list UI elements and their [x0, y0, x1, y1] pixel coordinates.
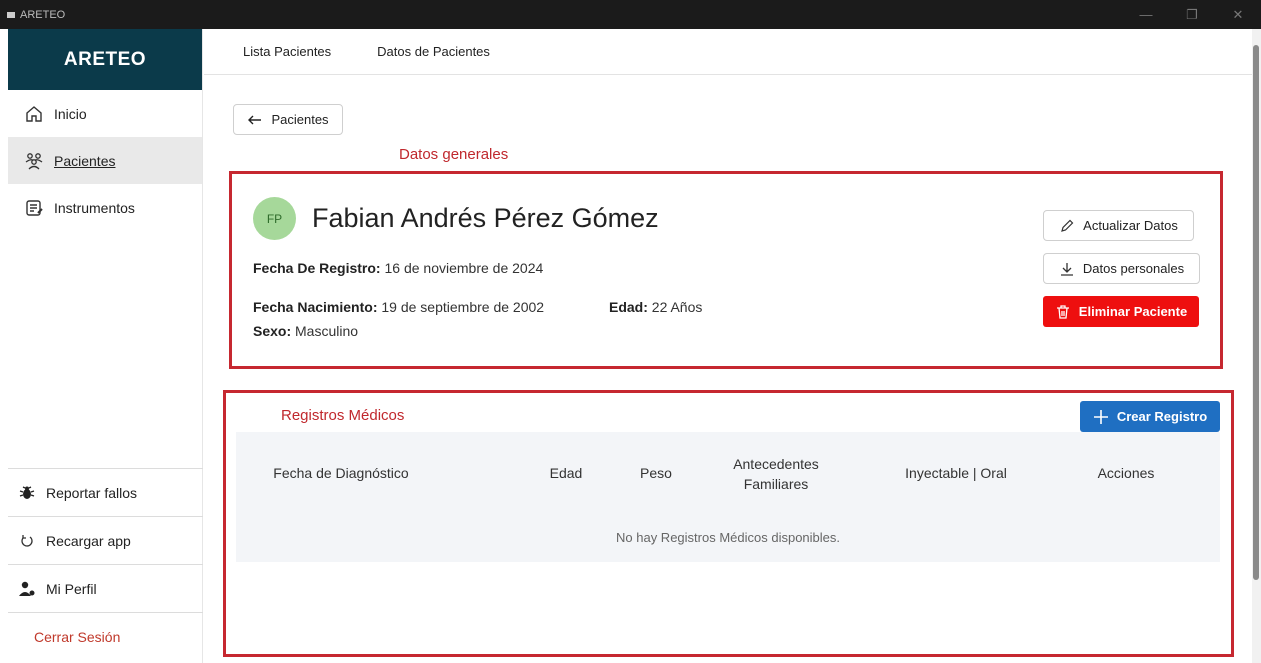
- sidebar-item-inicio[interactable]: Inicio: [8, 90, 202, 137]
- column-header: Peso: [640, 465, 672, 481]
- plus-icon: [1093, 409, 1108, 424]
- sex-label: Sexo:: [253, 323, 292, 339]
- sidebar: ARETEO Inicio Pacientes Instrumentos Rep…: [8, 29, 203, 663]
- download-icon: [1060, 262, 1073, 276]
- sidebar-item-label: Pacientes: [54, 152, 116, 169]
- brand-logo: ARETEO: [8, 29, 202, 90]
- home-icon: [26, 105, 42, 122]
- arrow-left-icon: [248, 115, 262, 124]
- age-label: Edad:: [609, 299, 648, 315]
- scrollbar-thumb[interactable]: [1253, 45, 1259, 580]
- annotation-general: Datos generales: [399, 146, 509, 163]
- empty-records-message: No hay Registros Médicos disponibles.: [616, 530, 840, 545]
- window-title: ARETEO: [20, 8, 66, 21]
- avatar: FP: [253, 197, 296, 240]
- age: Edad: 22 Años: [609, 299, 702, 315]
- back-to-patients-button[interactable]: Pacientes: [233, 104, 343, 135]
- registration-value: 16 de noviembre de 2024: [384, 260, 544, 276]
- records-table: Fecha de Diagnóstico Edad Peso Anteceden…: [236, 432, 1220, 562]
- column-header: Fecha de Diagnóstico: [273, 465, 409, 481]
- personal-data-button[interactable]: Datos personales: [1043, 253, 1200, 284]
- top-navigation: Lista Pacientes Datos de Pacientes: [204, 29, 1254, 75]
- birth-label: Fecha Nacimiento:: [253, 299, 378, 315]
- scrollbar[interactable]: [1252, 29, 1261, 663]
- sidebar-bottom: Reportar fallos Recargar app Mi Perfil C…: [8, 468, 203, 660]
- sex: Sexo: Masculino: [253, 323, 358, 339]
- patients-icon: [25, 152, 43, 169]
- column-header: Edad: [549, 465, 583, 481]
- patient-name: Fabian Andrés Pérez Gómez: [312, 203, 659, 233]
- window-controls: — ❐ ✕: [1123, 0, 1261, 29]
- column-header: Antecedentes Familiares: [733, 456, 819, 492]
- reload-app-button[interactable]: Recargar app: [8, 516, 203, 564]
- reload-icon: [21, 534, 33, 547]
- tab-lista-pacientes[interactable]: Lista Pacientes: [243, 44, 331, 59]
- my-profile-button[interactable]: Mi Perfil: [8, 564, 203, 612]
- report-bug-label: Reportar fallos: [46, 484, 138, 501]
- my-profile-label: Mi Perfil: [46, 580, 97, 597]
- sex-value: Masculino: [295, 323, 359, 339]
- personal-data-label: Datos personales: [1082, 261, 1185, 276]
- app-icon: [7, 11, 15, 18]
- create-record-label: Crear Registro: [1116, 409, 1208, 424]
- instruments-icon: [26, 199, 43, 216]
- age-value: 22 Años: [651, 299, 703, 315]
- registration-date: Fecha De Registro: 16 de noviembre de 20…: [253, 260, 543, 276]
- delete-patient-label: Eliminar Paciente: [1078, 304, 1188, 319]
- registration-label: Fecha De Registro:: [253, 260, 381, 276]
- sidebar-item-instrumentos[interactable]: Instrumentos: [8, 184, 202, 231]
- column-header: Acciones: [1097, 465, 1155, 481]
- sidebar-item-label: Instrumentos: [54, 199, 135, 216]
- pencil-icon: [1061, 219, 1074, 232]
- birth-date: Fecha Nacimiento: 19 de septiembre de 20…: [253, 299, 544, 315]
- birth-value: 19 de septiembre de 2002: [381, 299, 545, 315]
- tab-datos-pacientes[interactable]: Datos de Pacientes: [377, 44, 490, 59]
- sidebar-item-pacientes[interactable]: Pacientes: [8, 137, 202, 184]
- close-icon[interactable]: ✕: [1215, 0, 1261, 29]
- bug-icon: [19, 485, 35, 499]
- logout-label: Cerrar Sesión: [34, 628, 121, 645]
- reload-app-label: Recargar app: [46, 532, 131, 549]
- update-data-label: Actualizar Datos: [1083, 218, 1178, 233]
- minimize-icon[interactable]: —: [1123, 0, 1169, 29]
- restore-icon[interactable]: ❐: [1169, 0, 1215, 29]
- sidebar-item-label: Inicio: [54, 105, 87, 122]
- trash-icon: [1056, 304, 1069, 319]
- column-header: Inyectable | Oral: [905, 465, 1007, 481]
- back-button-label: Pacientes: [271, 112, 329, 127]
- report-bug-button[interactable]: Reportar fallos: [8, 468, 203, 516]
- logout-button[interactable]: Cerrar Sesión: [8, 612, 203, 660]
- delete-patient-button[interactable]: Eliminar Paciente: [1043, 296, 1199, 327]
- window-titlebar: ARETEO — ❐ ✕: [0, 0, 1261, 29]
- user-icon: [19, 581, 35, 596]
- update-data-button[interactable]: Actualizar Datos: [1043, 210, 1194, 241]
- annotation-records: Registros Médicos: [281, 407, 405, 424]
- create-record-button[interactable]: Crear Registro: [1080, 401, 1220, 432]
